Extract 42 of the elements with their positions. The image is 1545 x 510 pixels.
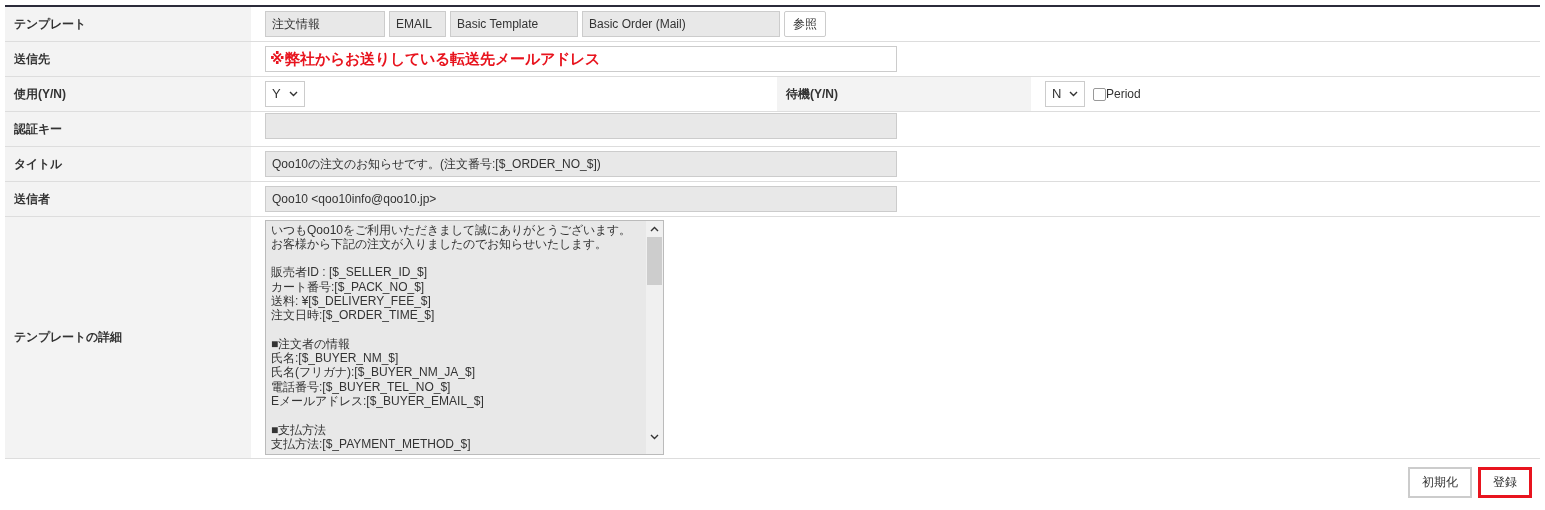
checkbox[interactable]: [1093, 87, 1106, 101]
reset-button[interactable]: 初期化: [1408, 466, 1472, 498]
scrollbar-thumb[interactable]: [647, 236, 662, 285]
field-label: テンプレート: [14, 16, 86, 31]
text-line: 氏名:[$_BUYER_NM_$]: [271, 351, 400, 366]
field-label: 待機(Y/N): [786, 86, 838, 101]
text-line: 支払方法:[$_PAYMENT_METHOD_$]: [271, 436, 472, 452]
field-label: テンプレートの詳細: [14, 330, 122, 344]
field-label: 送信先: [14, 51, 50, 66]
readonly-field: 注文情報: [265, 10, 385, 37]
chevron-up-icon: [650, 225, 659, 232]
field-label: 使用(Y/N): [14, 86, 66, 101]
field-label: 送信者: [14, 191, 50, 206]
field-label: 認証キー: [14, 121, 62, 136]
scrollbar[interactable]: [646, 220, 663, 454]
select-field[interactable]: Y: [265, 80, 305, 107]
readonly-field: Qoo10 <qoo10info@qoo10.jp>: [265, 185, 897, 212]
field-label: タイトル: [14, 156, 62, 171]
chevron-down-icon: [289, 90, 298, 97]
select-field[interactable]: N: [1045, 80, 1085, 107]
text-line: カート番号:[$_PACK_NO_$]: [271, 279, 426, 294]
text-line: 注文日時:[$_ORDER_TIME_$]: [271, 308, 436, 323]
text-line: Eメールアドレス:[$_BUYER_EMAIL_$]: [271, 394, 485, 409]
text-line: いつもQoo10をご利用いただきまして誠にありがとうございます。: [271, 222, 633, 237]
recipient-field[interactable]: ※弊社からお送りしている転送先メールアドレス: [265, 45, 897, 72]
text-line: ■注文者の情報: [271, 336, 352, 352]
text-line: 氏名(フリガナ):[$_BUYER_NM_JA_$]: [271, 365, 477, 380]
submit-button[interactable]: 登録: [1478, 466, 1532, 498]
readonly-field: EMAIL: [389, 10, 446, 37]
readonly-field: Basic Order (Mail): [582, 10, 780, 37]
text-line: 販売者ID : [$_SELLER_ID_$]: [271, 265, 429, 280]
readonly-field: Basic Template: [450, 10, 578, 37]
readonly-field: Qoo10の注文のお知らせです。(注文番号:[$_ORDER_NO_$]): [265, 150, 897, 177]
checkbox-label: Period: [1106, 85, 1141, 103]
text-line: ■支払方法: [271, 422, 328, 437]
text-line: 送料: ¥[$_DELIVERY_FEE_$]: [271, 294, 432, 309]
template-textarea[interactable]: [265, 219, 664, 455]
chevron-down-icon: [1069, 90, 1078, 97]
text-line: 電話番号:[$_BUYER_TEL_NO_$]: [271, 379, 452, 395]
browse-button[interactable]: 参照: [784, 10, 826, 37]
text-line: お客様から下記の注文が入りましたのでお知らせいたします。: [271, 236, 608, 252]
chevron-down-icon: [650, 433, 659, 440]
